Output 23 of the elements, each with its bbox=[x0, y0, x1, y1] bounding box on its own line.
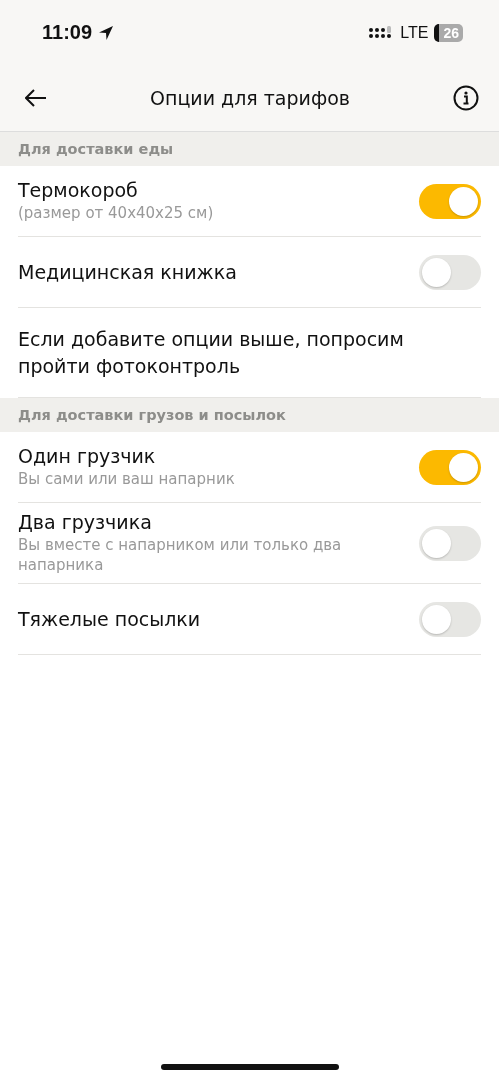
back-arrow-icon[interactable] bbox=[25, 89, 47, 107]
info-text: Если добавите опции выше, попросим пройти фотоконтроль bbox=[18, 326, 405, 379]
network-type: LTE bbox=[400, 23, 429, 42]
toggle-switch[interactable] bbox=[419, 525, 481, 561]
option-description: (размер от 40x40x25 см) bbox=[18, 203, 214, 224]
screen-title: Опции для тарифов bbox=[150, 87, 350, 109]
option-description: Вы вместе с напарником или только два напарника bbox=[18, 536, 343, 575]
toggle-switch[interactable] bbox=[419, 254, 481, 290]
toggle-switch[interactable] bbox=[419, 449, 481, 485]
status-time: 11:09 bbox=[42, 21, 93, 44]
info-icon[interactable] bbox=[453, 85, 479, 111]
option-label: Термокороб bbox=[18, 178, 139, 201]
toggle-switch[interactable] bbox=[419, 601, 481, 637]
option-label: Два грузчика bbox=[18, 511, 153, 533]
option-description: Вы сами или ваш напарник bbox=[18, 469, 235, 490]
section-header: Для доставки грузов и посылок bbox=[0, 398, 499, 432]
option-label: Медицинская книжка bbox=[18, 261, 237, 283]
toggle-switch[interactable] bbox=[419, 183, 481, 219]
option-label: Один грузчик bbox=[18, 444, 157, 467]
option-label: Тяжелые посылки bbox=[18, 608, 201, 630]
battery-icon: 26 bbox=[434, 23, 463, 42]
location-arrow-icon bbox=[98, 24, 115, 41]
section-header: Для доставки еды bbox=[0, 132, 499, 166]
